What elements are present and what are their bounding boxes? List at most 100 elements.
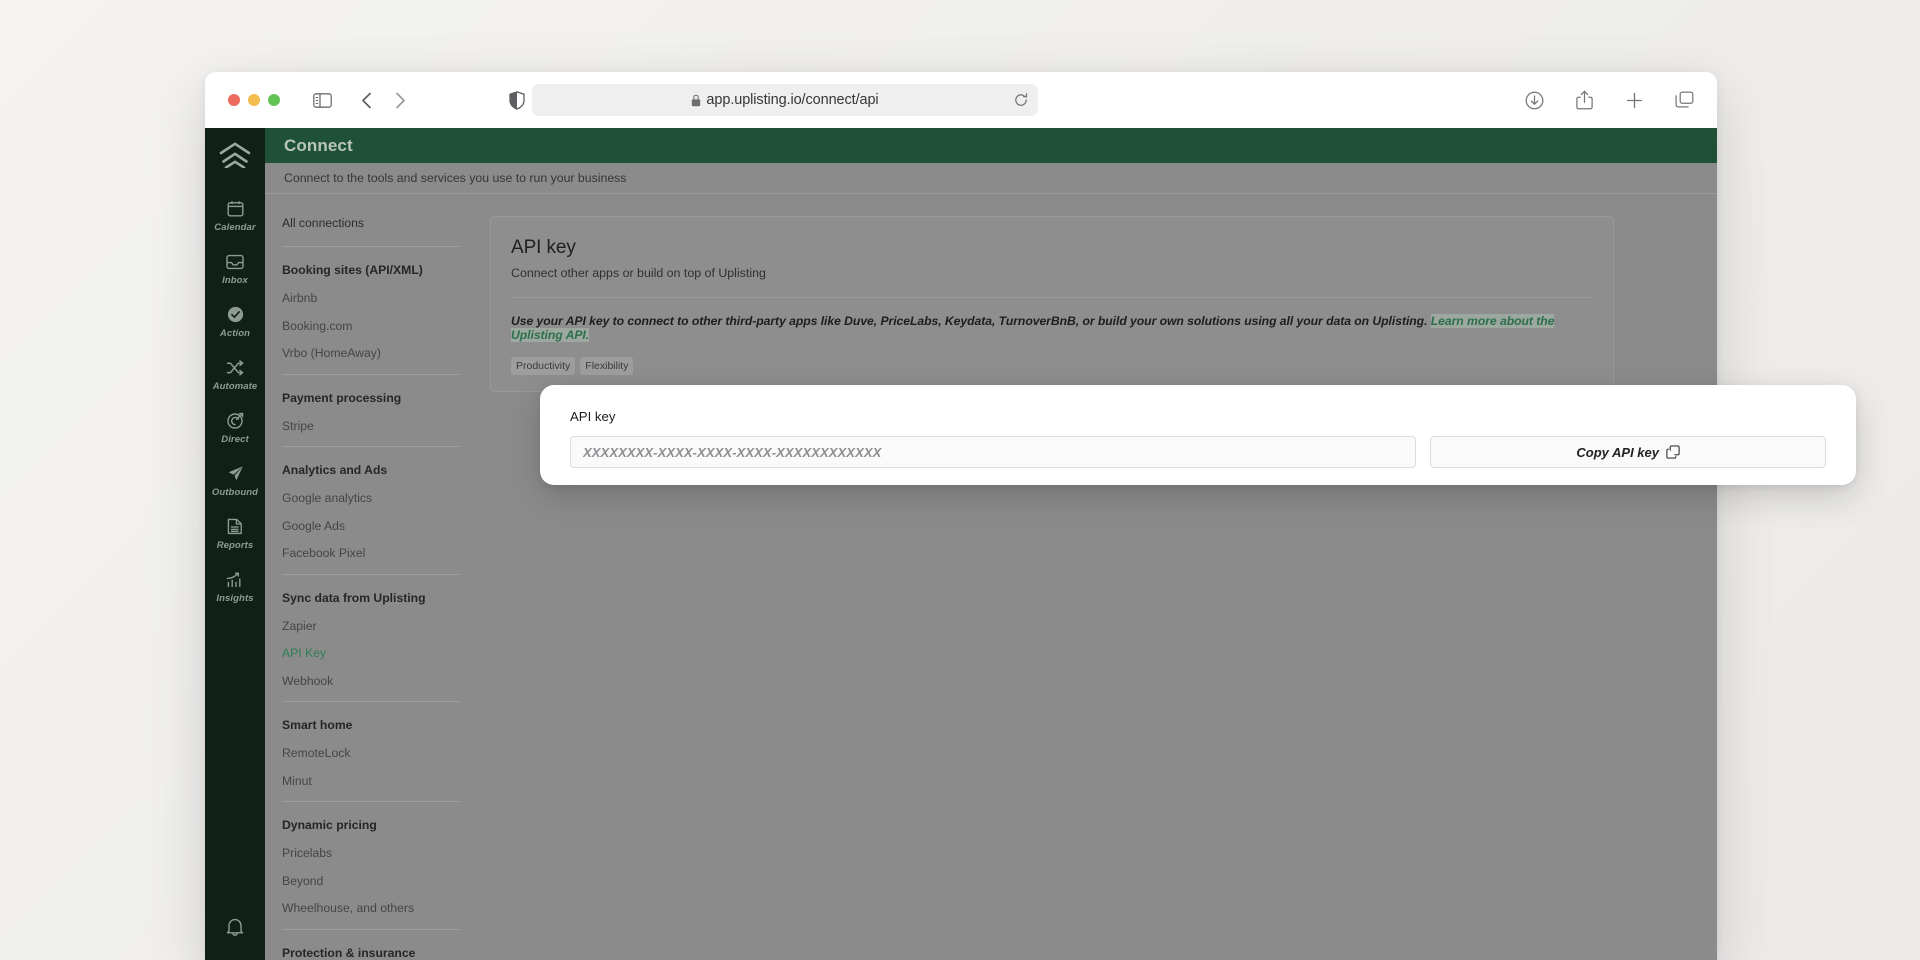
copy-icon	[1666, 445, 1680, 459]
connections-item[interactable]: Airbnb	[282, 291, 460, 305]
connections-item[interactable]: Webhook	[282, 674, 460, 688]
main-content: API key Connect other apps or build on t…	[460, 194, 1717, 960]
divider	[282, 373, 460, 375]
api-key-input[interactable]	[570, 436, 1417, 468]
connections-item[interactable]: Minut	[282, 774, 460, 788]
api-key-panel: API key Copy API key	[540, 385, 1856, 485]
share-icon[interactable]	[1569, 85, 1599, 115]
page-subheader: Connect to the tools and services you us…	[265, 163, 1717, 194]
divider	[282, 246, 460, 247]
api-key-row: Copy API key	[570, 436, 1826, 468]
chevron-right-icon[interactable]	[385, 85, 415, 115]
api-key-label: API key	[570, 409, 616, 424]
paper-plane-icon	[227, 464, 244, 483]
connections-group-title: Booking sites (API/XML)	[282, 263, 423, 277]
connections-item[interactable]: API Key	[282, 646, 460, 660]
divider	[282, 928, 460, 930]
card-title: API key	[511, 237, 576, 258]
page-title: Connect	[284, 135, 353, 155]
uplisting-chevrons-logo[interactable]	[216, 140, 254, 170]
connections-item[interactable]: Vrbo (HomeAway)	[282, 346, 460, 360]
sidebar-item-inbox[interactable]: Inbox	[205, 245, 265, 292]
divider	[511, 297, 1593, 298]
connections-group-title: Protection & insurance	[282, 945, 416, 960]
bell-icon[interactable]	[226, 917, 244, 942]
card-tags: Productivity Flexibility	[511, 357, 1593, 375]
divider	[282, 446, 460, 447]
connections-groups: Booking sites (API/XML) Airbnb Booking.com…	[282, 263, 460, 960]
sidebar-item-label: Inbox	[222, 275, 248, 286]
tag: Flexibility	[580, 357, 634, 375]
inbox-icon	[226, 252, 244, 271]
connections-all-link[interactable]: All connections	[282, 216, 460, 230]
sidebar-item-label: Action	[219, 328, 251, 339]
card-note: Use your API key to connect to other thi…	[511, 314, 1593, 342]
calendar-icon	[227, 199, 244, 218]
connections-item[interactable]: Facebook Pixel	[282, 546, 460, 560]
browser-toolbar-right	[1519, 85, 1699, 115]
chevron-left-icon[interactable]	[351, 85, 381, 115]
download-icon[interactable]	[1519, 85, 1549, 115]
target-icon	[226, 411, 244, 430]
connections-item[interactable]: Booking.com	[282, 319, 460, 333]
shield-privacy-icon[interactable]	[502, 85, 532, 115]
sidebar-item-label: Automate	[212, 381, 258, 392]
sidebar-item-label: Calendar	[214, 222, 256, 233]
sidebar-item-label: Reports	[216, 540, 254, 551]
connections-group-title: Smart home	[282, 718, 353, 732]
browser-nav-arrows	[351, 85, 415, 115]
tab-overview-icon[interactable]	[1669, 85, 1699, 115]
page-header: Connect	[265, 128, 1717, 163]
divider	[282, 801, 460, 802]
connections-item[interactable]: RemoteLock	[282, 746, 460, 760]
sidebar-item-label: Insights	[216, 593, 254, 604]
sidebar-item-reports[interactable]: Reports	[205, 510, 265, 557]
copy-api-key-label: Copy API key	[1576, 444, 1659, 460]
sidebar-item-label: Direct	[221, 434, 249, 445]
connections-item[interactable]: Stripe	[282, 419, 460, 433]
plus-icon[interactable]	[1619, 85, 1649, 115]
divider	[282, 573, 460, 575]
url-text: app.uplisting.io/connect/api	[706, 92, 879, 108]
window-traffic-lights	[228, 94, 280, 106]
browser-titlebar: app.uplisting.io/connect/api	[205, 72, 1717, 128]
sidebar-item-calendar[interactable]: Calendar	[205, 192, 265, 239]
lock-icon	[691, 94, 701, 107]
page-subtitle: Connect to the tools and services you us…	[284, 171, 627, 185]
screen-root: app.uplisting.io/connect/api Calendar In…	[0, 0, 1920, 960]
tag: Productivity	[511, 357, 576, 375]
connections-group-title: Sync data from Uplisting	[282, 590, 426, 605]
app-viewport: Calendar Inbox Action Automate Direct Ou…	[205, 128, 1717, 960]
reload-icon[interactable]	[1012, 91, 1030, 109]
report-document-icon	[227, 517, 243, 536]
shuffle-icon	[226, 358, 244, 377]
card-note-text: Use your API key to connect to other thi…	[511, 314, 1431, 328]
connections-list: All connections Booking sites (API/XML) A…	[265, 194, 460, 960]
minimize-window-button[interactable]	[248, 94, 260, 106]
sidebar-item-action[interactable]: Action	[205, 298, 265, 345]
sidebar-item-direct[interactable]: Direct	[205, 404, 265, 451]
chart-insights-icon	[226, 570, 244, 589]
connections-item[interactable]: Pricelabs	[282, 846, 460, 860]
connections-item[interactable]: Google analytics	[282, 491, 460, 505]
check-circle-icon	[227, 305, 244, 324]
connections-item[interactable]: Zapier	[282, 619, 460, 633]
close-window-button[interactable]	[228, 94, 240, 106]
sidebar-item-insights[interactable]: Insights	[205, 563, 265, 610]
api-key-card: API key Connect other apps or build on t…	[490, 216, 1614, 392]
sidebar-item-label: Outbound	[211, 487, 259, 498]
browser-window: app.uplisting.io/connect/api Calendar In…	[205, 72, 1717, 960]
divider	[282, 701, 460, 702]
card-subtitle: Connect other apps or build on top of Up…	[511, 266, 766, 280]
connections-item[interactable]: Beyond	[282, 874, 460, 888]
sidebar-item-automate[interactable]: Automate	[205, 351, 265, 398]
copy-api-key-button[interactable]: Copy API key	[1430, 436, 1826, 468]
connections-group-title: Analytics and Ads	[282, 463, 388, 477]
address-bar[interactable]: app.uplisting.io/connect/api	[532, 84, 1038, 116]
connections-item[interactable]: Google Ads	[282, 519, 460, 533]
sidebar-toggle-icon[interactable]	[307, 85, 337, 115]
connections-item[interactable]: Wheelhouse, and others	[282, 901, 460, 915]
app-nav-rail: Calendar Inbox Action Automate Direct Ou…	[205, 128, 265, 960]
maximize-window-button[interactable]	[268, 94, 280, 106]
sidebar-item-outbound[interactable]: Outbound	[205, 457, 265, 504]
